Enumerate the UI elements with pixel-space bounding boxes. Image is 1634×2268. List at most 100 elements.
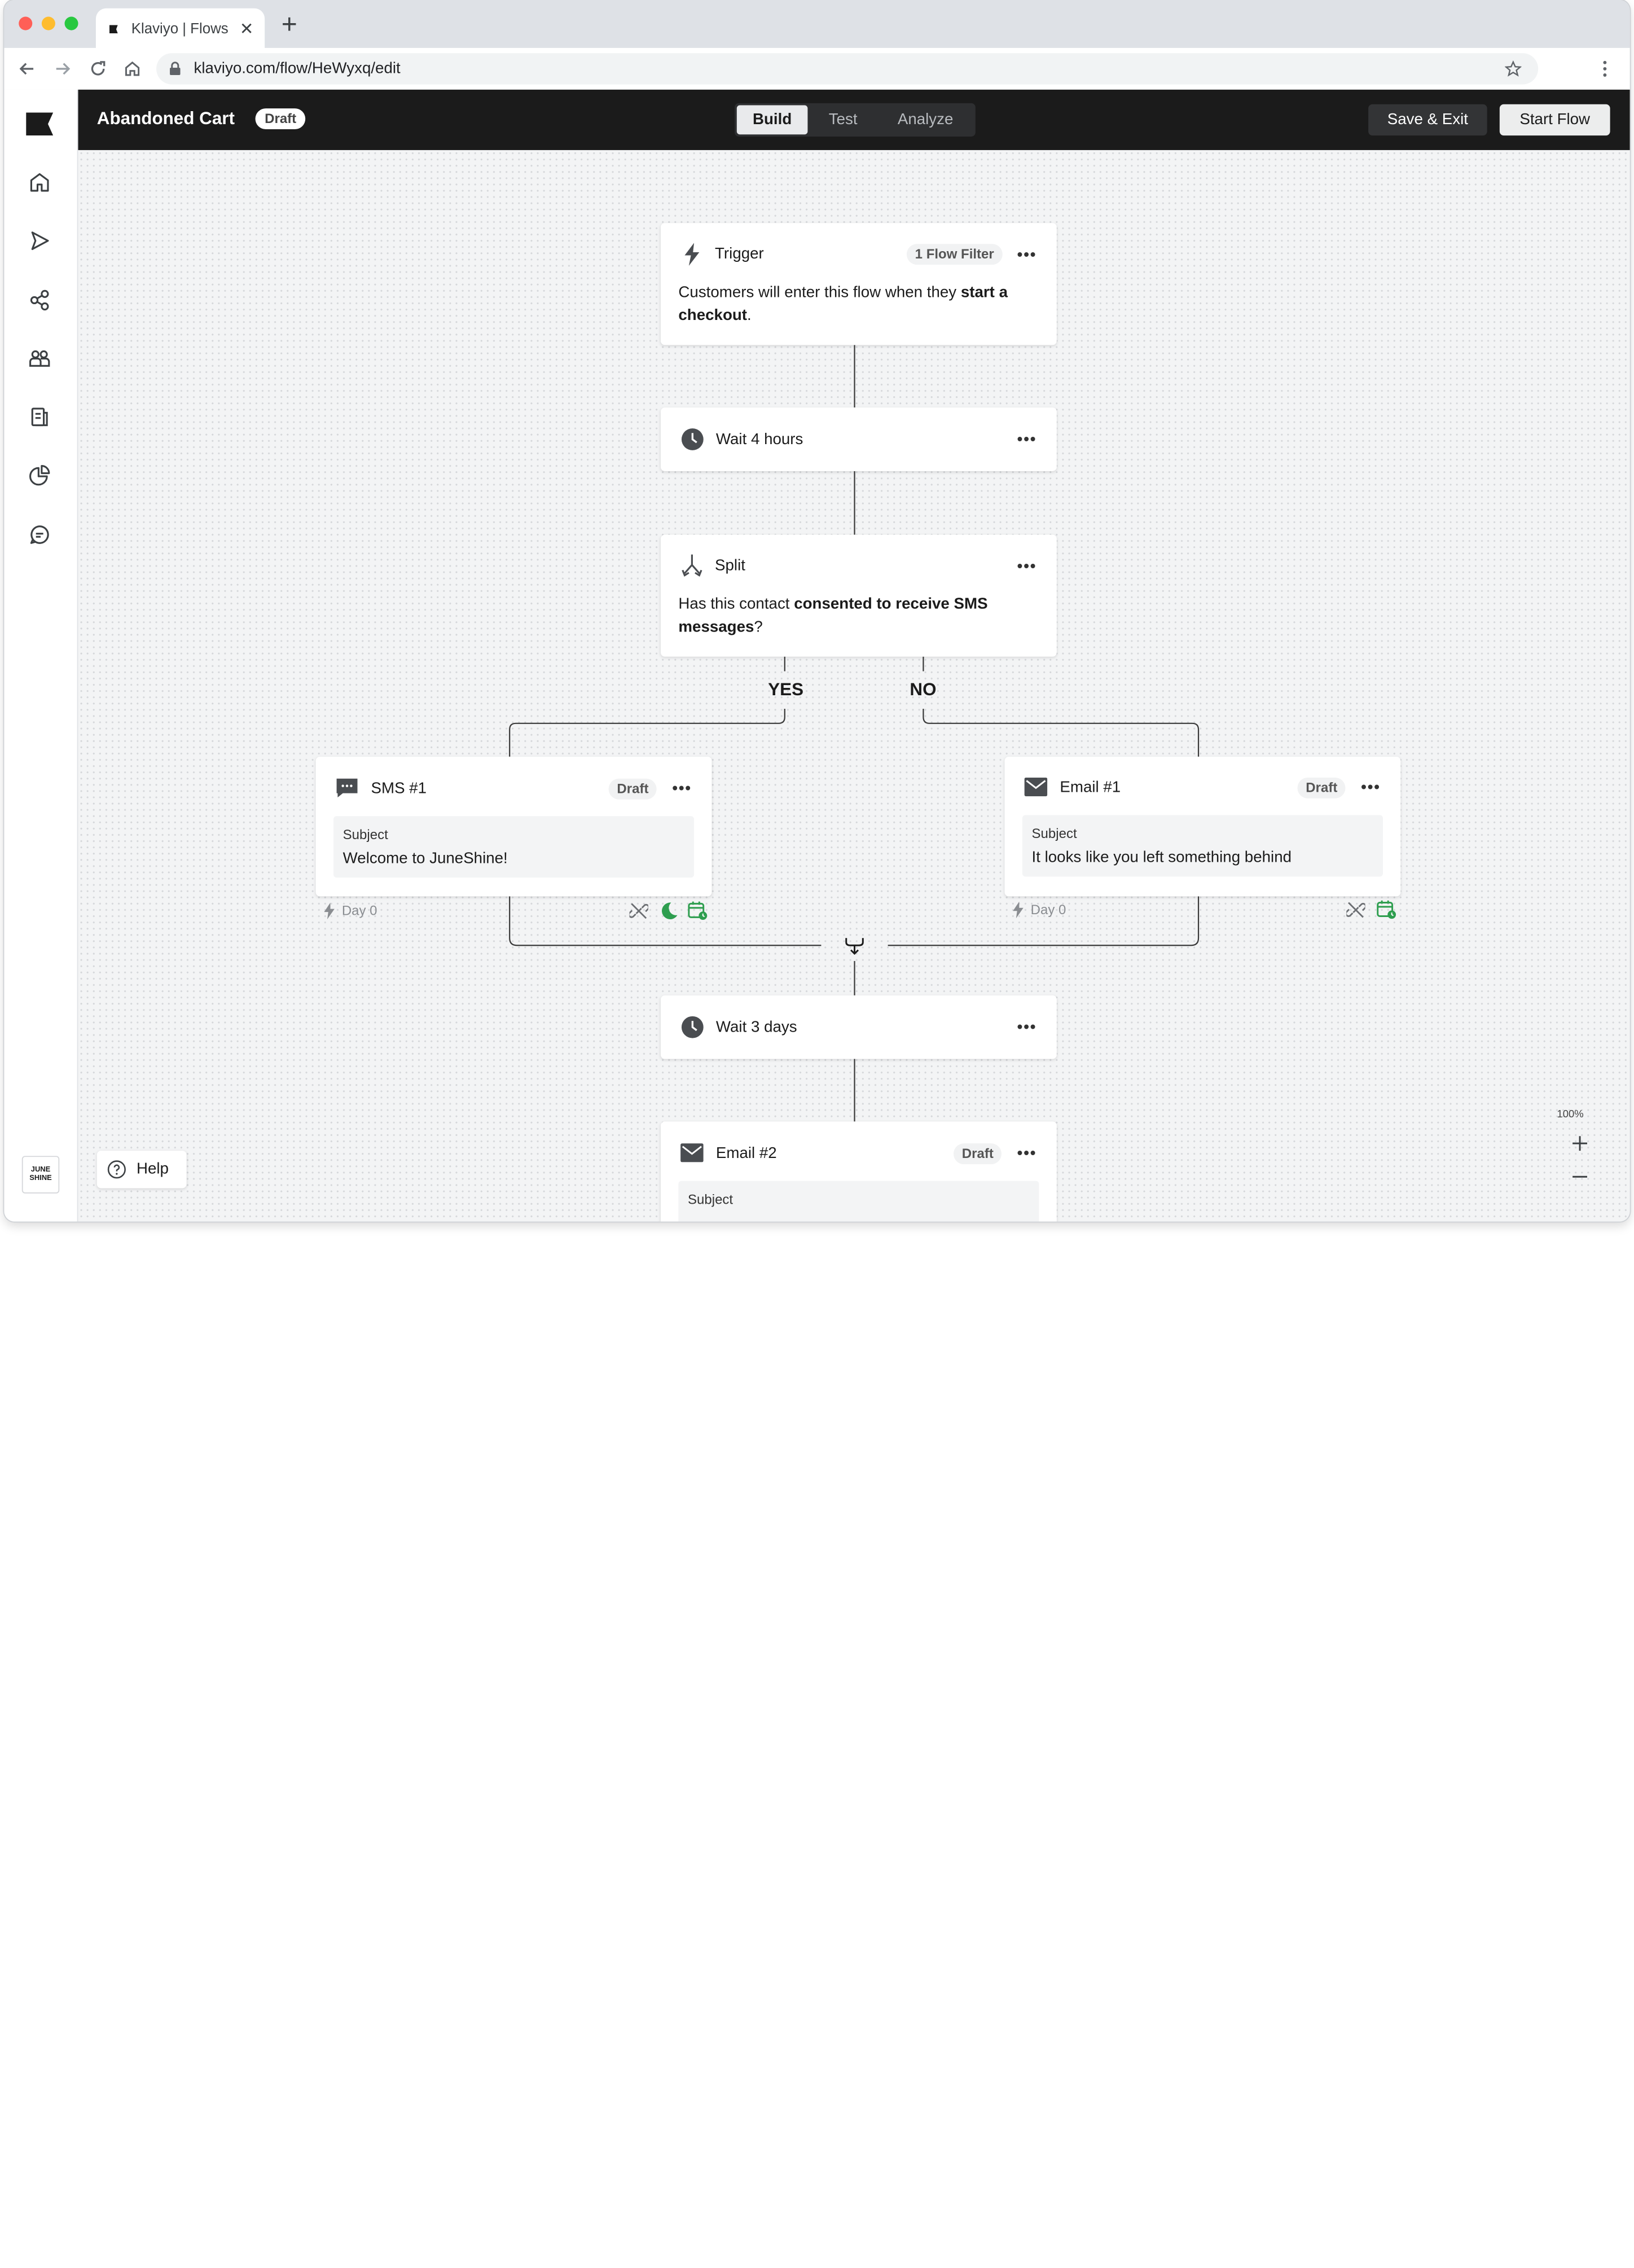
sms-1-subject-box: Subject Welcome to JuneShine!: [333, 816, 695, 878]
clock-icon: [681, 1016, 704, 1038]
klaviyo-favicon-icon: [109, 25, 118, 34]
sms-1-card[interactable]: SMS #1 Draft ••• Subject Welcome to June…: [315, 756, 712, 897]
zoom-level: 100%: [1557, 1109, 1584, 1121]
browser-tab[interactable]: Klaviyo | Flows ✕: [95, 8, 265, 48]
trigger-description: Customers will enter this flow when they…: [678, 283, 1008, 324]
wait-3-days-card[interactable]: Wait 3 days •••: [660, 995, 1057, 1059]
split-more-options-icon[interactable]: •••: [1017, 559, 1037, 574]
sms-1-day-label: Day 0: [341, 902, 377, 919]
flows-icon[interactable]: [27, 288, 52, 313]
tab-analyze[interactable]: Analyze: [879, 106, 972, 135]
email-1-title: Email #1: [1060, 778, 1121, 797]
email-1-subject-label: Subject: [1031, 825, 1077, 841]
sms-1-status-badge: Draft: [608, 778, 657, 800]
wait-1-title: Wait 4 hours: [715, 430, 803, 449]
close-window-button[interactable]: [19, 16, 33, 30]
email-2-card[interactable]: Email #2 Draft ••• Subject: [660, 1121, 1057, 1222]
email-envelope-icon: [680, 1143, 704, 1162]
skip-recently-emailed-icon[interactable]: [629, 902, 648, 920]
email-2-more-options-icon[interactable]: •••: [1017, 1146, 1037, 1161]
browser-menu-icon[interactable]: [1597, 58, 1614, 79]
minimize-window-button[interactable]: [41, 16, 55, 30]
help-button[interactable]: Help: [96, 1151, 187, 1188]
url-text: klaviyo.com/flow/HeWyxq/edit: [194, 59, 401, 77]
trigger-title: Trigger: [715, 245, 764, 263]
account-logo[interactable]: JUNE SHINE: [21, 1156, 60, 1194]
account-logo-line1: JUNE: [30, 1166, 51, 1174]
klaviyo-logo-icon[interactable]: [26, 112, 54, 136]
email-1-subject-box: Subject It looks like you left something…: [1022, 815, 1383, 877]
close-tab-icon[interactable]: ✕: [240, 19, 254, 40]
wait-1-more-options-icon[interactable]: •••: [1017, 432, 1037, 448]
left-sidebar: JUNE SHINE: [4, 89, 78, 1222]
skip-recently-emailed-icon[interactable]: [1346, 901, 1365, 919]
split-arrows-icon: [682, 554, 702, 577]
lightning-bolt-icon: [684, 243, 700, 266]
smart-sending-calendar-icon[interactable]: [688, 901, 708, 920]
sms-1-subject-value: Welcome to JuneShine!: [342, 849, 508, 867]
trigger-card[interactable]: Trigger 1 Flow Filter ••• Customers will…: [660, 223, 1057, 345]
tab-title: Klaviyo | Flows: [131, 20, 229, 37]
email-2-subject-label: Subject: [688, 1191, 733, 1207]
forward-arrow-icon[interactable]: [52, 58, 73, 79]
yes-branch-label: YES: [768, 679, 804, 700]
home-icon[interactable]: [27, 170, 52, 195]
sms-1-subject-label: Subject: [342, 826, 388, 843]
maximize-window-button[interactable]: [64, 16, 78, 30]
audience-icon[interactable]: [27, 346, 52, 371]
sms-chat-icon: [336, 778, 358, 797]
save-exit-button[interactable]: Save & Exit: [1368, 104, 1487, 136]
analytics-icon[interactable]: [27, 463, 52, 488]
lock-icon: [170, 62, 181, 75]
flow-name[interactable]: Abandoned Cart: [97, 108, 235, 129]
account-logo-line2: SHINE: [29, 1174, 52, 1182]
email-2-subject-box: Subject: [678, 1181, 1039, 1222]
home-browser-icon[interactable]: [122, 58, 143, 79]
day-bolt-icon: [324, 902, 335, 920]
flow-header: Abandoned Cart Draft Build Test Analyze …: [78, 89, 1630, 150]
email-1-card[interactable]: Email #1 Draft ••• Subject It looks like…: [1004, 756, 1401, 897]
email-1-more-options-icon[interactable]: •••: [1361, 780, 1381, 796]
merge-branches-icon: [845, 938, 864, 955]
campaigns-send-icon[interactable]: [27, 228, 52, 253]
content-icon[interactable]: [27, 405, 52, 429]
help-label: Help: [136, 1160, 169, 1178]
conversations-icon[interactable]: [27, 522, 52, 547]
email-envelope-icon: [1024, 777, 1048, 797]
tab-bar: Klaviyo | Flows ✕ +: [4, 0, 1630, 48]
flow-filter-badge[interactable]: 1 Flow Filter: [906, 244, 1003, 265]
view-tabs: Build Test Analyze: [735, 103, 976, 137]
wait-2-title: Wait 3 days: [715, 1018, 797, 1036]
zoom-out-icon[interactable]: [1570, 1168, 1589, 1186]
tab-test[interactable]: Test: [810, 106, 876, 135]
bookmark-star-icon[interactable]: [1505, 60, 1522, 77]
day-bolt-icon: [1013, 901, 1024, 919]
email-2-title: Email #2: [715, 1144, 777, 1162]
klaviyo-app: JUNE SHINE Abandoned Cart Draft Build Te…: [4, 89, 1630, 1222]
url-field[interactable]: klaviyo.com/flow/HeWyxq/edit: [156, 53, 1539, 85]
quiet-hours-moon-icon[interactable]: [660, 902, 678, 920]
tab-build[interactable]: Build: [736, 105, 808, 135]
sms-1-title: SMS #1: [371, 779, 427, 797]
split-condition: Has this contact consented to receive SM…: [678, 595, 988, 636]
wait-2-more-options-icon[interactable]: •••: [1017, 1019, 1037, 1035]
email-1-subject-value: It looks like you left something behind: [1031, 848, 1292, 866]
flow-status-badge: Draft: [255, 108, 306, 130]
new-tab-button[interactable]: +: [282, 10, 297, 37]
start-flow-button[interactable]: Start Flow: [1499, 104, 1610, 136]
email-1-status-badge: Draft: [1297, 777, 1346, 799]
clock-icon: [681, 428, 704, 450]
back-arrow-icon[interactable]: [17, 58, 38, 79]
sms-1-more-options-icon[interactable]: •••: [672, 780, 692, 796]
wait-4-hours-card[interactable]: Wait 4 hours •••: [660, 407, 1057, 471]
trigger-more-options-icon[interactable]: •••: [1017, 247, 1037, 263]
zoom-in-icon[interactable]: [1570, 1134, 1589, 1153]
flow-canvas[interactable]: Trigger 1 Flow Filter ••• Customers will…: [78, 150, 1630, 1222]
address-bar: klaviyo.com/flow/HeWyxq/edit: [4, 47, 1630, 90]
email-2-status-badge: Draft: [954, 1143, 1002, 1165]
smart-sending-calendar-icon[interactable]: [1377, 900, 1396, 919]
no-branch-label: NO: [910, 679, 937, 700]
email-1-day-label: Day 0: [1030, 901, 1066, 918]
split-card[interactable]: Split ••• Has this contact consented to …: [660, 534, 1057, 657]
reload-icon[interactable]: [87, 58, 108, 79]
